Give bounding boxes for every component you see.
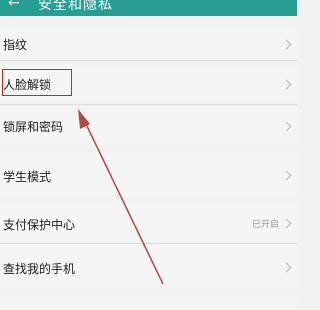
- annotation-arrow-head: [78, 109, 90, 129]
- annotation-arrow-line: [83, 119, 164, 285]
- annotation-arrow: [78, 109, 164, 285]
